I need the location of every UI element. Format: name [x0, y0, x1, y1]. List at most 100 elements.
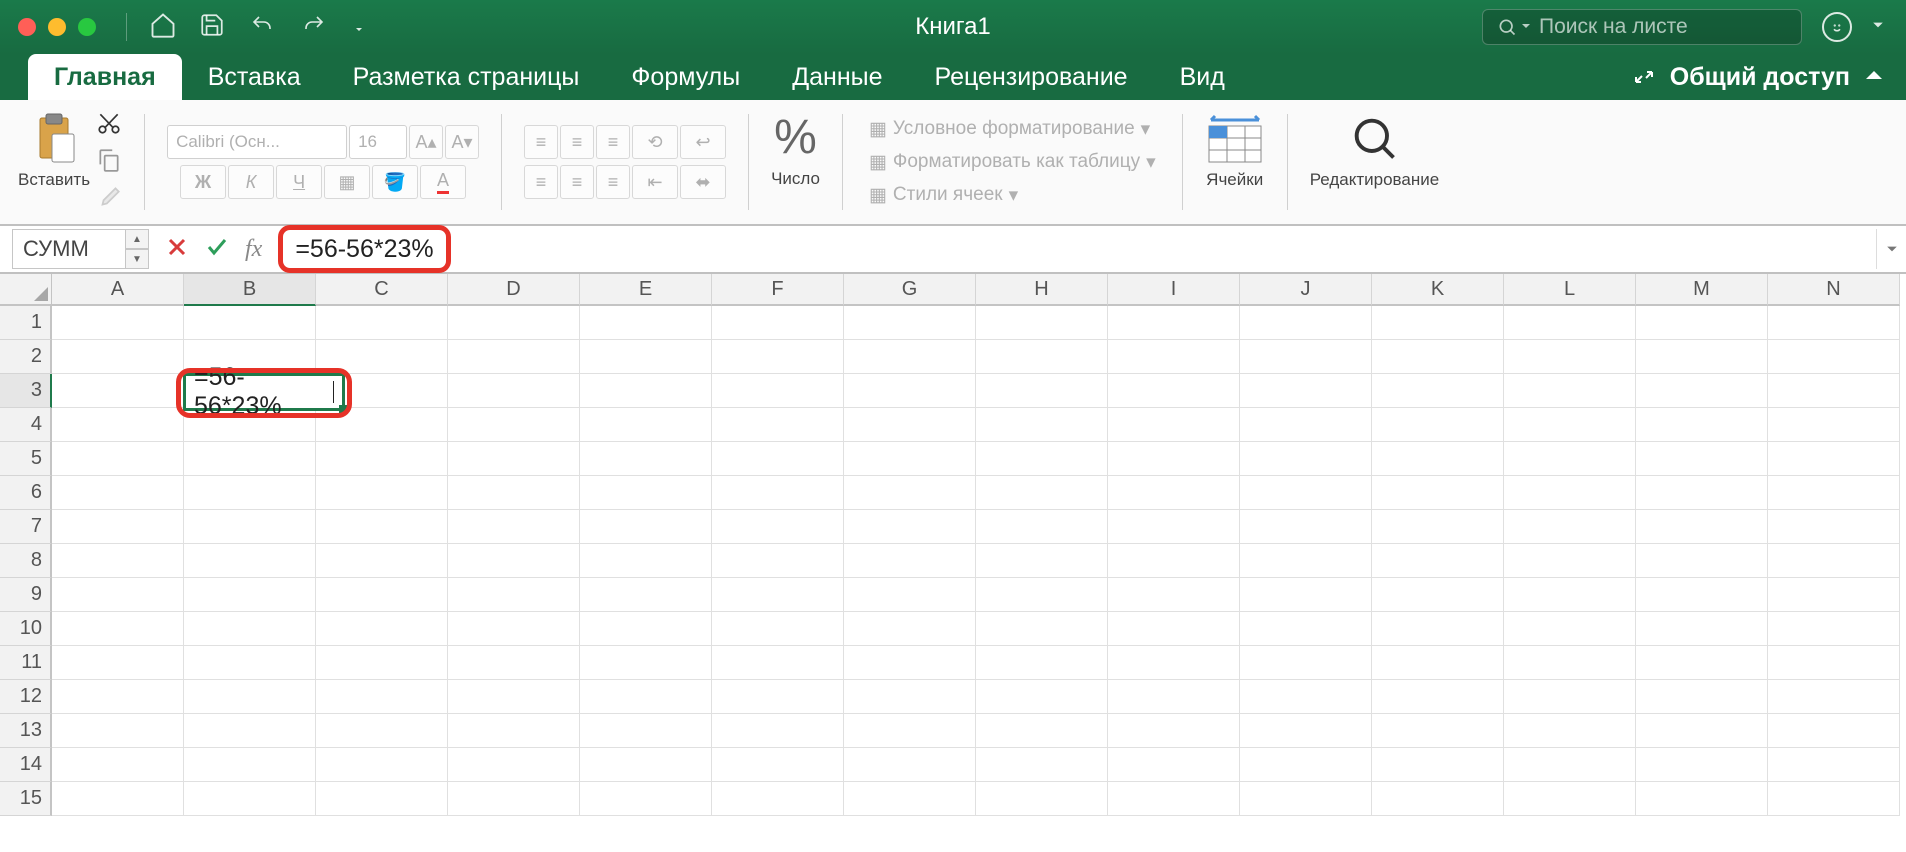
cell[interactable]	[712, 442, 844, 476]
column-header[interactable]: G	[844, 274, 976, 306]
cell[interactable]	[52, 714, 184, 748]
name-box-down[interactable]: ▼	[125, 249, 149, 269]
row-header[interactable]: 5	[0, 442, 52, 476]
cell[interactable]	[316, 544, 448, 578]
cell[interactable]	[52, 748, 184, 782]
cell[interactable]	[844, 340, 976, 374]
cell[interactable]	[1768, 578, 1900, 612]
cell[interactable]	[712, 578, 844, 612]
row-header[interactable]: 4	[0, 408, 52, 442]
cell[interactable]	[1504, 442, 1636, 476]
row-header[interactable]: 2	[0, 340, 52, 374]
cell[interactable]	[1108, 714, 1240, 748]
row-header[interactable]: 12	[0, 680, 52, 714]
cell[interactable]	[1372, 340, 1504, 374]
row-header[interactable]: 10	[0, 612, 52, 646]
cell[interactable]	[316, 612, 448, 646]
cell[interactable]	[844, 374, 976, 408]
format-as-table-button[interactable]: ▦Форматировать как таблицу▾	[869, 151, 1156, 174]
cell[interactable]	[1108, 340, 1240, 374]
cell[interactable]	[316, 476, 448, 510]
cell[interactable]	[1504, 306, 1636, 340]
fill-color-button[interactable]: 🪣	[372, 165, 418, 199]
cell[interactable]	[1636, 476, 1768, 510]
cell[interactable]	[712, 748, 844, 782]
cell[interactable]	[976, 510, 1108, 544]
cancel-icon[interactable]	[165, 235, 189, 264]
cell[interactable]	[52, 680, 184, 714]
cell[interactable]	[184, 510, 316, 544]
cell[interactable]	[184, 680, 316, 714]
cell[interactable]	[844, 442, 976, 476]
cell[interactable]	[976, 442, 1108, 476]
expand-formula-bar-icon[interactable]	[1876, 229, 1906, 269]
cell[interactable]	[184, 476, 316, 510]
cell[interactable]	[1768, 544, 1900, 578]
cell[interactable]	[1768, 442, 1900, 476]
column-header[interactable]: L	[1504, 274, 1636, 306]
cell[interactable]	[712, 510, 844, 544]
column-header[interactable]: D	[448, 274, 580, 306]
undo-icon[interactable]	[247, 13, 277, 42]
cell[interactable]	[52, 578, 184, 612]
cell[interactable]	[844, 306, 976, 340]
row-header[interactable]: 1	[0, 306, 52, 340]
cell[interactable]	[580, 714, 712, 748]
font-size-select[interactable]: 16	[349, 125, 407, 159]
cell[interactable]	[1768, 306, 1900, 340]
cell[interactable]	[844, 782, 976, 816]
row-header[interactable]: 11	[0, 646, 52, 680]
format-painter-icon[interactable]	[96, 184, 122, 215]
cell[interactable]	[580, 442, 712, 476]
cell[interactable]	[1108, 612, 1240, 646]
feedback-icon[interactable]	[1822, 12, 1852, 42]
cell[interactable]	[184, 442, 316, 476]
cell[interactable]	[52, 782, 184, 816]
align-middle-icon[interactable]: ≡	[560, 125, 594, 159]
cell[interactable]	[316, 748, 448, 782]
row-header[interactable]: 8	[0, 544, 52, 578]
cell[interactable]	[1240, 578, 1372, 612]
cell[interactable]	[1372, 578, 1504, 612]
cell[interactable]	[1372, 544, 1504, 578]
cell[interactable]	[844, 646, 976, 680]
redo-icon[interactable]	[299, 13, 329, 42]
row-header[interactable]: 3	[0, 374, 52, 408]
cell[interactable]	[184, 782, 316, 816]
cell[interactable]	[1240, 544, 1372, 578]
cell[interactable]	[844, 578, 976, 612]
cell[interactable]	[1636, 748, 1768, 782]
cell[interactable]	[580, 748, 712, 782]
cell[interactable]	[1768, 408, 1900, 442]
cell[interactable]	[1768, 612, 1900, 646]
cell[interactable]	[316, 646, 448, 680]
cell[interactable]	[1372, 612, 1504, 646]
column-header[interactable]: N	[1768, 274, 1900, 306]
font-name-select[interactable]: Calibri (Осн...	[167, 125, 347, 159]
cell[interactable]	[52, 544, 184, 578]
cell[interactable]	[1636, 374, 1768, 408]
formula-input[interactable]: =56-56*23%	[278, 229, 1876, 269]
cell[interactable]	[712, 544, 844, 578]
insert-function-icon[interactable]: fx	[245, 236, 262, 263]
cell[interactable]	[448, 510, 580, 544]
column-header[interactable]: I	[1108, 274, 1240, 306]
cell[interactable]	[1372, 782, 1504, 816]
column-header[interactable]: E	[580, 274, 712, 306]
cell[interactable]	[580, 340, 712, 374]
name-box[interactable]: СУММ	[12, 229, 126, 269]
cell[interactable]	[844, 612, 976, 646]
cell[interactable]	[1504, 680, 1636, 714]
borders-button[interactable]: ▦	[324, 165, 370, 199]
italic-button[interactable]: К	[228, 165, 274, 199]
merge-cells-icon[interactable]: ⬌	[680, 165, 726, 199]
cell[interactable]	[1768, 510, 1900, 544]
cell[interactable]	[1372, 476, 1504, 510]
cell[interactable]	[1240, 306, 1372, 340]
orientation-icon[interactable]: ⟲	[632, 125, 678, 159]
cell[interactable]	[1636, 714, 1768, 748]
cell[interactable]	[712, 306, 844, 340]
cell[interactable]	[580, 306, 712, 340]
cell[interactable]	[1240, 510, 1372, 544]
align-top-icon[interactable]: ≡	[524, 125, 558, 159]
